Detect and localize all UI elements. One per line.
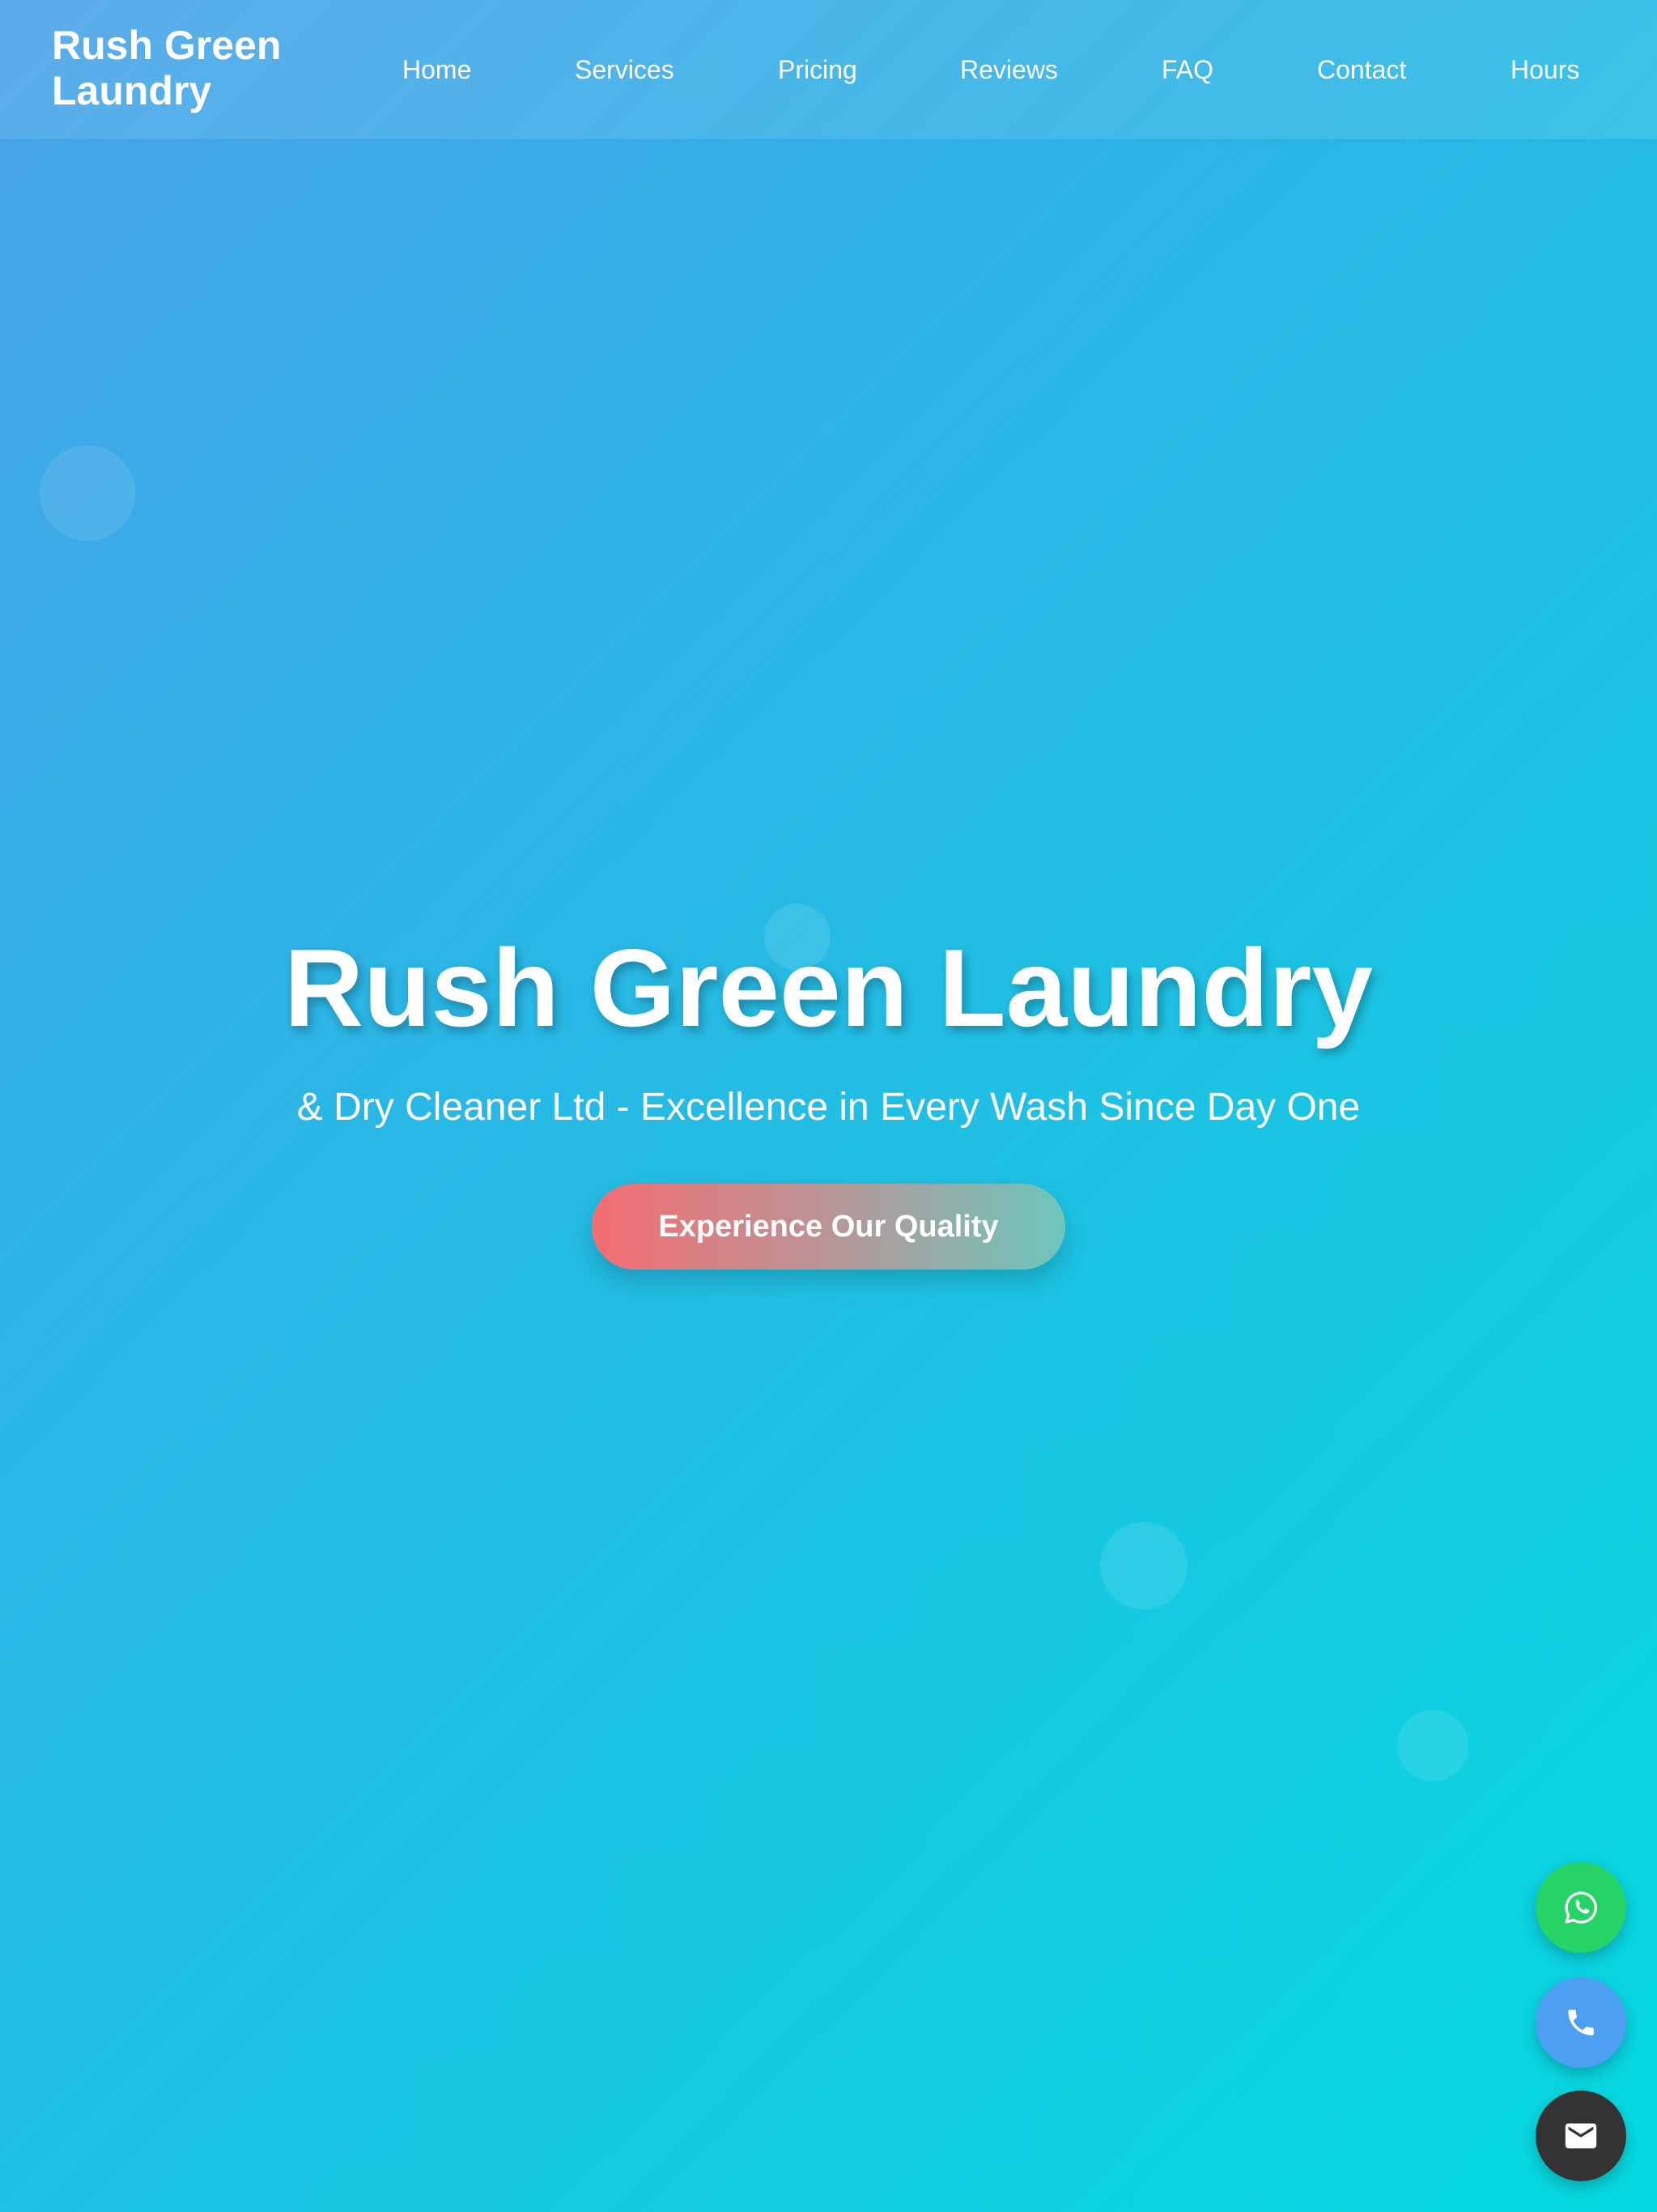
phone-icon — [1568, 2010, 1594, 2035]
hero-title: Rush Green Laundry — [283, 926, 1374, 1049]
nav-link-hours[interactable]: Hours — [1510, 52, 1579, 87]
experience-quality-button[interactable]: Experience Our Quality — [592, 1184, 1065, 1270]
nav-link-faq[interactable]: FAQ — [1162, 52, 1213, 87]
email-icon — [1565, 2123, 1597, 2149]
nav-link-home[interactable]: Home — [402, 52, 471, 87]
hero-subtitle: & Dry Cleaner Ltd - Excellence in Every … — [296, 1086, 1361, 1129]
nav-link-pricing[interactable]: Pricing — [778, 52, 857, 87]
top-navbar: Rush Green Laundry Home Services Pricing… — [0, 0, 1657, 139]
nav-link-reviews[interactable]: Reviews — [960, 52, 1058, 87]
decorative-bubble — [40, 445, 135, 541]
email-button[interactable] — [1536, 2091, 1626, 2181]
nav-link-contact[interactable]: Contact — [1317, 52, 1406, 87]
nav-link-services[interactable]: Services — [575, 52, 674, 87]
decorative-bubble — [1100, 1522, 1188, 1610]
whatsapp-icon — [1565, 1891, 1597, 1924]
whatsapp-button[interactable] — [1536, 1862, 1626, 1953]
phone-button[interactable] — [1536, 1977, 1626, 2068]
decorative-bubble — [1397, 1710, 1468, 1781]
site-logo[interactable]: Rush Green Laundry — [52, 23, 311, 113]
